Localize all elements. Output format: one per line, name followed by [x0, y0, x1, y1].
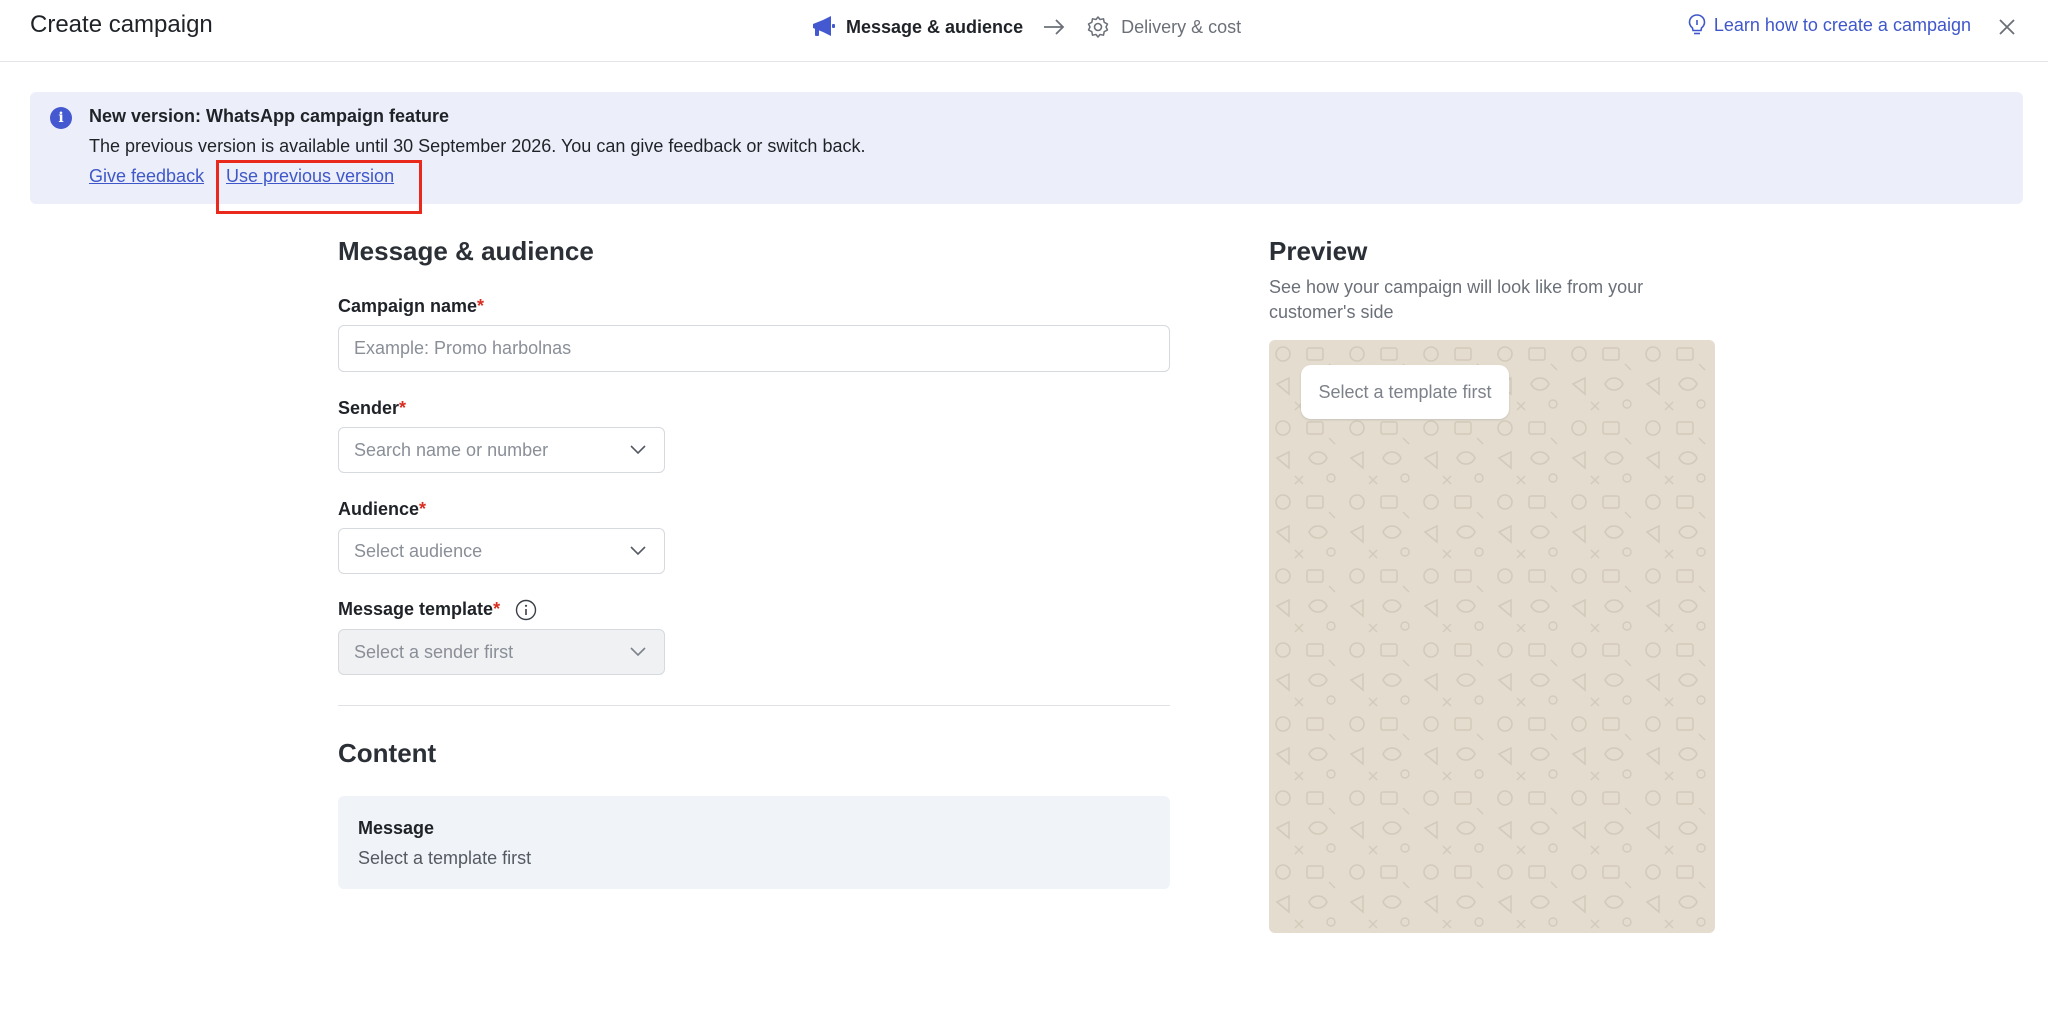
message-box: Message Select a template first [338, 796, 1170, 889]
sender-label: Sender* [338, 398, 406, 419]
step-delivery-cost[interactable]: Delivery & cost [1085, 14, 1241, 40]
stepper: Message & audience Delivery & cost [810, 14, 1241, 40]
sender-placeholder: Search name or number [354, 439, 549, 460]
info-banner: i New version: WhatsApp campaign feature… [30, 92, 2023, 204]
banner-title: New version: WhatsApp campaign feature [89, 106, 450, 126]
message-text: Select a template first [358, 848, 532, 868]
learn-link[interactable]: Learn how to create a campaign [1686, 14, 1971, 36]
learn-link-label: Learn how to create a campaign [1713, 14, 1971, 35]
info-circle-icon[interactable] [515, 599, 537, 621]
preview-subtitle: See how your campaign will look like fro… [1269, 277, 1644, 322]
chat-preview: Select a template first [1269, 340, 1715, 933]
page-title: Create campaign [30, 11, 213, 38]
top-bar: Create campaign Message & audience Deliv… [0, 0, 2048, 62]
required-mark: * [493, 599, 501, 619]
chevron-down-icon [630, 442, 646, 458]
give-feedback-link[interactable]: Give feedback [89, 166, 204, 187]
campaign-name-input[interactable]: Example: Promo harbolnas [338, 325, 1170, 372]
audience-select[interactable]: Select audience [338, 528, 665, 574]
banner-text: The previous version is available until … [89, 136, 866, 156]
message-template-placeholder: Select a sender first [354, 641, 514, 662]
required-mark: * [477, 296, 485, 316]
step-label: Message & audience [846, 16, 1024, 37]
step-label: Delivery & cost [1121, 16, 1242, 37]
step-message-audience[interactable]: Message & audience [810, 14, 1023, 40]
use-previous-version-link[interactable]: Use previous version [226, 166, 394, 187]
lightbulb-icon [1686, 14, 1708, 36]
audience-label: Audience* [338, 499, 426, 520]
info-icon: i [50, 107, 72, 129]
preview-heading: Preview [1269, 236, 1368, 266]
required-mark: * [399, 398, 407, 418]
chat-background-pattern [1269, 340, 1715, 933]
content-heading: Content [338, 738, 437, 768]
required-mark: * [419, 499, 427, 519]
message-audience-heading: Message & audience [338, 236, 594, 266]
message-template-label: Message template* [338, 599, 537, 621]
message-title: Message [358, 818, 435, 838]
message-template-select[interactable]: Select a sender first [338, 629, 665, 675]
audience-label-text: Audience [338, 499, 420, 519]
campaign-name-placeholder: Example: Promo harbolnas [354, 338, 572, 358]
gear-icon [1085, 14, 1111, 40]
campaign-name-label: Campaign name* [338, 296, 484, 317]
chevron-down-icon [630, 644, 646, 660]
arrow-right-icon [1043, 16, 1065, 38]
message-bubble: Select a template first [1301, 365, 1509, 419]
close-icon[interactable] [1996, 16, 2018, 38]
campaign-name-label-text: Campaign name [338, 296, 478, 316]
chevron-down-icon [630, 543, 646, 559]
megaphone-icon [810, 14, 836, 40]
divider [338, 705, 1170, 706]
message-template-label-text: Message template [338, 599, 494, 619]
audience-placeholder: Select audience [354, 540, 483, 561]
sender-select[interactable]: Search name or number [338, 427, 665, 473]
sender-label-text: Sender [338, 398, 400, 418]
